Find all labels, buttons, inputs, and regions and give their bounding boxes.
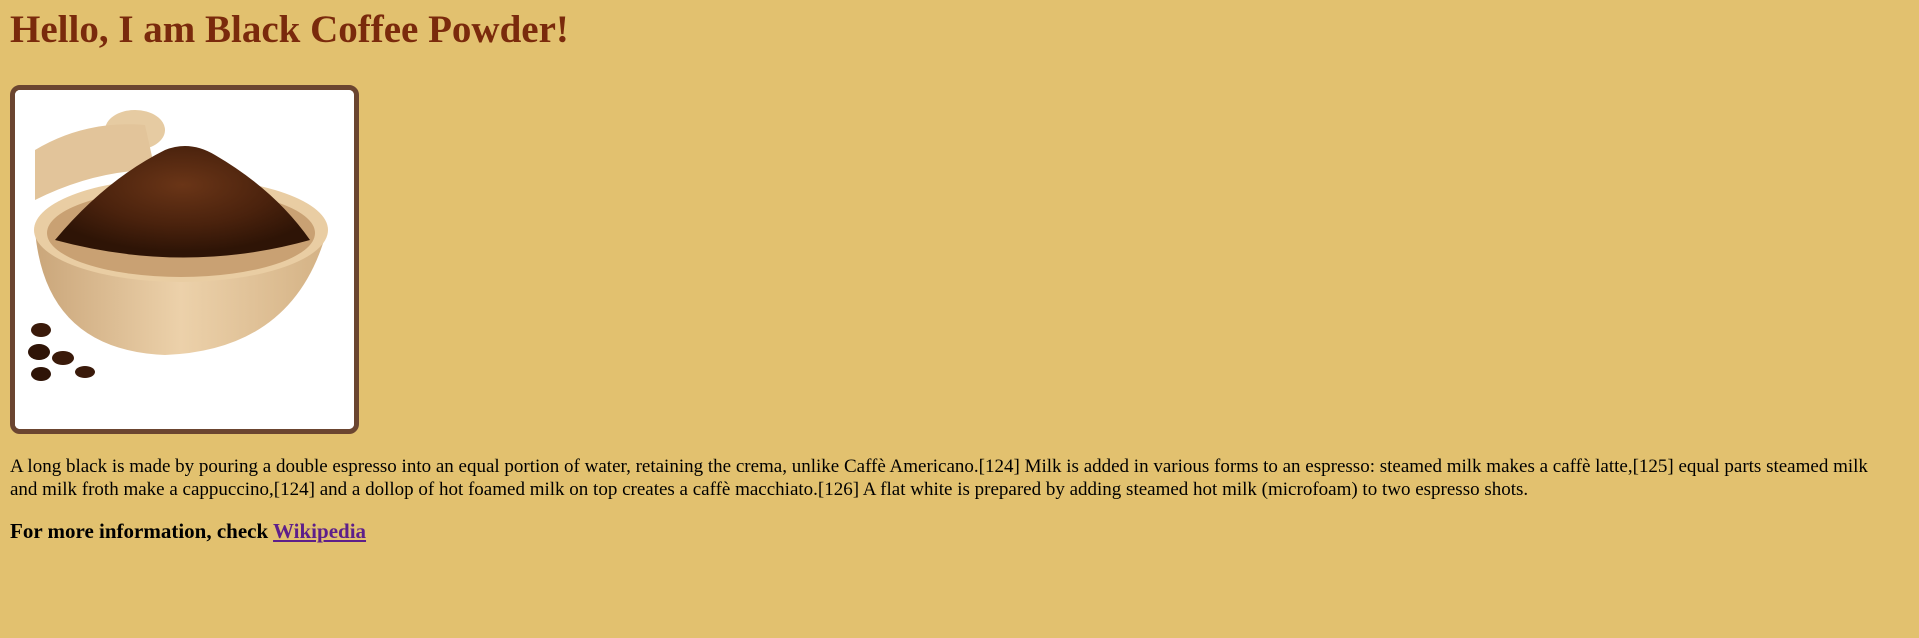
coffee-powder-image <box>10 85 359 434</box>
more-info-heading: For more information, check Wikipedia <box>10 518 1909 544</box>
description-paragraph: A long black is made by pouring a double… <box>10 456 1868 500</box>
more-info-text: For more information, check <box>10 519 274 543</box>
page-title: Hello, I am Black Coffee Powder! <box>10 8 569 51</box>
wikipedia-link[interactable]: Wikipedia <box>273 519 366 543</box>
page: Hello, I am Black Coffee Powder! A long … <box>0 0 1919 638</box>
coffee-bowl-illustration <box>15 90 354 429</box>
